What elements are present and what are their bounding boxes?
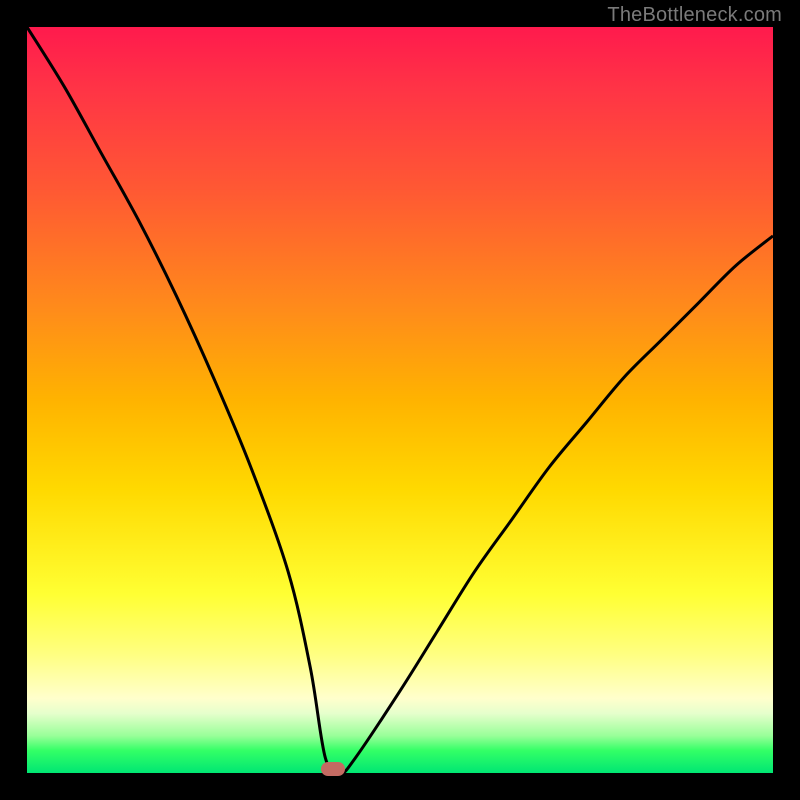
curve-path xyxy=(27,27,773,773)
bottleneck-curve xyxy=(27,27,773,773)
minimum-marker xyxy=(321,762,345,776)
plot-area xyxy=(27,27,773,773)
watermark-text: TheBottleneck.com xyxy=(607,4,782,27)
chart-frame: TheBottleneck.com xyxy=(0,0,800,800)
